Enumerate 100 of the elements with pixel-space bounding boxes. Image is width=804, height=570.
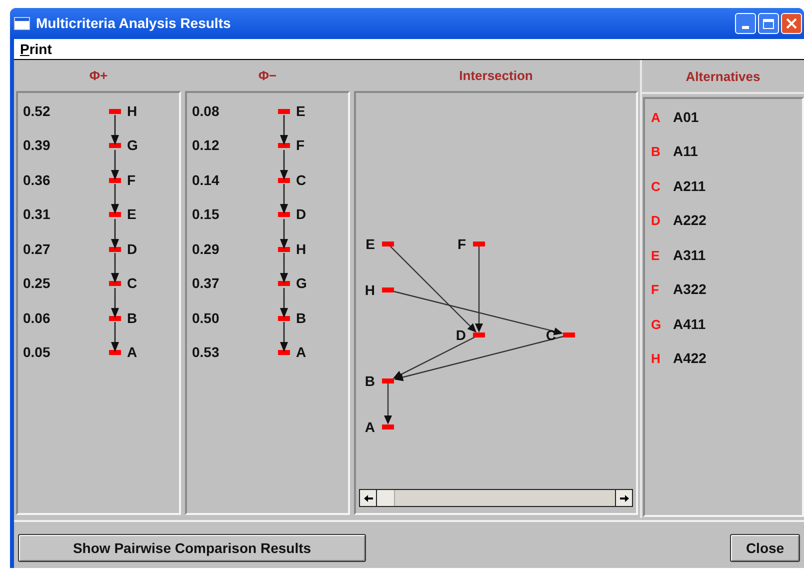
- node-label: C: [127, 274, 138, 294]
- node-label: H: [364, 282, 375, 298]
- node-label: C: [296, 170, 306, 190]
- score-value: 0.39: [23, 136, 50, 156]
- node-label: A: [364, 419, 375, 435]
- node-label: G: [127, 136, 138, 156]
- node-label: C: [546, 327, 556, 343]
- node-label: F: [457, 236, 466, 252]
- arrow: [279, 288, 289, 318]
- alternative-name: A01: [673, 108, 699, 127]
- node-marker: [563, 332, 575, 338]
- alternative-name: A222: [673, 211, 706, 230]
- alternative-name: A322: [673, 280, 706, 300]
- arrow: [110, 115, 120, 145]
- score-value: 0.14: [192, 170, 220, 190]
- score-value: 0.25: [23, 274, 50, 294]
- node-marker: [109, 108, 121, 114]
- minimize-button[interactable]: [735, 13, 756, 34]
- arrow: [110, 288, 120, 318]
- arrow: [110, 322, 120, 352]
- node-marker: [278, 350, 290, 356]
- score-value: 0.27: [23, 240, 50, 259]
- node-marker: [109, 212, 121, 218]
- node-label: D: [296, 205, 306, 224]
- alternative-letter: C: [651, 178, 661, 196]
- score-value: 0.05: [23, 343, 50, 362]
- node-marker: [278, 143, 290, 148]
- node-label: B: [296, 308, 306, 328]
- arrow: [110, 150, 120, 180]
- node-marker: [382, 378, 394, 384]
- node-label: H: [296, 240, 306, 259]
- score-value: 0.50: [192, 308, 220, 328]
- node-label: F: [296, 136, 305, 156]
- scroll-right-button[interactable]: [615, 490, 632, 506]
- maximize-icon: [763, 18, 774, 28]
- node-marker: [109, 316, 121, 321]
- menu-item[interactable]: Print: [20, 38, 52, 60]
- horizontal-scrollbar[interactable]: [359, 489, 633, 507]
- alternative-letter: F: [651, 281, 660, 299]
- score-value: 0.29: [192, 240, 220, 259]
- arrow: [279, 218, 289, 248]
- minimize-icon: [742, 26, 749, 29]
- arrow: [279, 150, 289, 180]
- node-marker: [278, 108, 290, 114]
- alternative-name: A422: [673, 349, 706, 368]
- alternative-name: A311: [673, 246, 706, 265]
- alternative-letter: B: [651, 143, 661, 161]
- alternative-name: A11: [673, 142, 698, 162]
- maximize-button[interactable]: [758, 13, 779, 34]
- column-header: Φ+: [89, 66, 108, 85]
- node-marker: [278, 212, 290, 218]
- arrow-left-icon: [364, 494, 372, 502]
- score-value: 0.31: [23, 205, 50, 224]
- node-marker: [382, 424, 394, 430]
- node-marker: [278, 178, 290, 183]
- arrow: [279, 253, 289, 283]
- score-value: 0.06: [23, 308, 50, 328]
- node-label: E: [127, 205, 136, 224]
- node-label: E: [296, 102, 306, 121]
- node-label: F: [127, 170, 136, 190]
- node-marker: [473, 332, 485, 338]
- close-dialog-button[interactable]: Close: [730, 534, 800, 562]
- node-label: D: [127, 240, 138, 259]
- node-marker: [109, 350, 121, 356]
- close-button[interactable]: [781, 13, 802, 34]
- node-label: E: [366, 236, 375, 252]
- node-marker: [109, 143, 121, 148]
- scroll-thumb[interactable]: [377, 490, 395, 506]
- arrow: [279, 184, 289, 214]
- node-label: H: [127, 102, 138, 121]
- arrow: [110, 253, 120, 283]
- node-marker: [278, 281, 290, 286]
- arrow: [110, 218, 120, 248]
- node-label: D: [456, 327, 466, 343]
- alternative-letter: H: [651, 350, 661, 368]
- score-value: 0.52: [23, 102, 50, 121]
- score-value: 0.12: [192, 136, 220, 156]
- node-marker: [382, 288, 394, 292]
- alternative-letter: A: [651, 108, 661, 126]
- alternative-letter: D: [651, 212, 661, 230]
- node-marker: [382, 242, 394, 246]
- action-button[interactable]: Show Pairwise Comparison Results: [18, 534, 366, 562]
- node-label: A: [296, 343, 306, 362]
- score-value: 0.36: [23, 170, 50, 190]
- score-value: 0.37: [192, 274, 220, 294]
- arrow-right-icon: [620, 494, 628, 502]
- node-marker: [109, 281, 121, 286]
- node-marker: [109, 178, 121, 183]
- node-label: G: [296, 274, 307, 294]
- score-value: 0.53: [192, 343, 220, 362]
- column-header: Intersection: [459, 66, 533, 85]
- arrow: [279, 322, 289, 352]
- scroll-left-button[interactable]: [360, 490, 377, 506]
- node-marker: [473, 242, 485, 246]
- window-icon: [14, 17, 30, 30]
- arrow: [384, 381, 392, 424]
- score-value: 0.15: [192, 205, 220, 224]
- node-marker: [109, 246, 121, 252]
- node-marker: [278, 316, 290, 321]
- node-label: A: [127, 343, 138, 362]
